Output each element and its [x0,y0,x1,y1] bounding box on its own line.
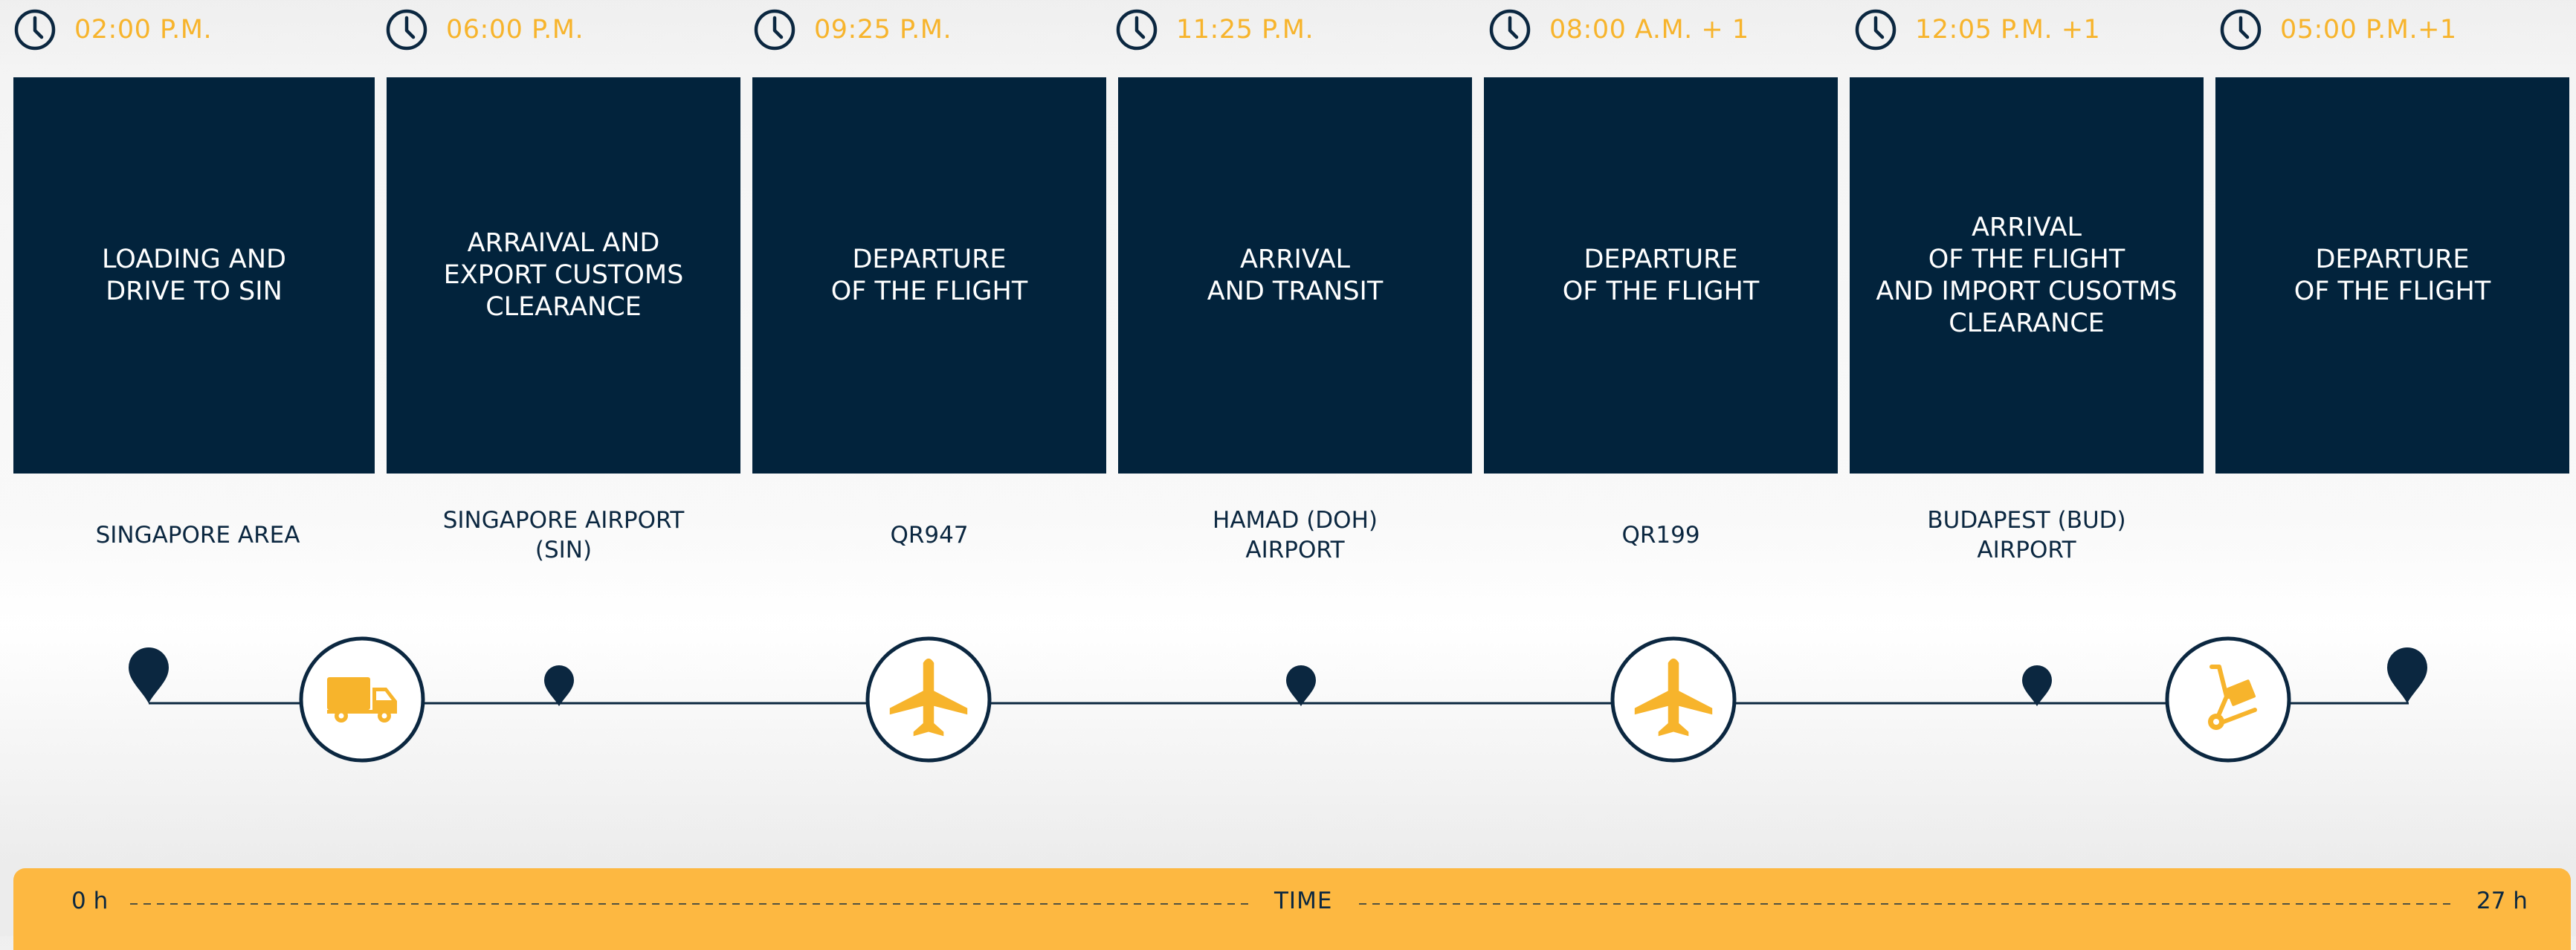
step-location [2215,498,2569,572]
clock-icon [386,9,427,51]
time-label: 12:05 P.M. +1 [1915,15,2101,45]
time-item: 08:00 A.M. + 1 [1488,0,1749,59]
step-location: SINGAPORE AIRPORT (SIN) [442,507,685,563]
map-pin-icon [544,665,574,706]
step-box: LOADING AND DRIVE TO SIN [13,77,375,474]
clock-icon [1489,9,1531,51]
step-location: QR199 [1621,522,1700,549]
step-location: BUDAPEST (BUD) AIRPORT [1927,507,2126,563]
step-location: QR947 [890,522,969,549]
icon-circle [2165,636,2291,763]
map-pin-icon [1286,665,1316,706]
time-label: 02:00 P.M. [74,15,213,45]
step-box: DEPARTURE OF THE FLIGHT [1484,77,1838,474]
time-item: 05:00 P.M.+1 [2219,0,2457,59]
step-box: DEPARTURE OF THE FLIGHT [2215,77,2569,474]
time-item: 12:05 P.M. +1 [1854,0,2100,59]
step-location: HAMAD (DOH) AIRPORT [1213,507,1378,563]
step-title: DEPARTURE OF THE FLIGHT [830,244,1028,306]
step-title: DEPARTURE OF THE FLIGHT [1562,244,1760,306]
time-item: 09:25 P.M. [753,0,952,59]
clock-icon [1855,9,1897,51]
time-item: 11:25 P.M. [1115,0,1314,59]
step-box: DEPARTURE OF THE FLIGHT [752,77,1106,474]
time-label: 06:00 P.M. [446,15,584,45]
time-end-label: 27 h [2476,888,2528,914]
time-item: 02:00 P.M. [13,0,212,59]
time-label: 08:00 A.M. + 1 [1549,15,1749,45]
time-row: 02:00 P.M. 06:00 P.M. 09:25 P.M. 11:25 P… [0,0,2576,59]
time-item: 06:00 P.M. [385,0,584,59]
map-pin-icon [129,647,169,703]
step-title: ARRIVAL OF THE FLIGHT AND IMPORT CUSOTMS… [1876,212,2178,338]
timeline [129,636,2427,763]
clock-icon [754,9,795,51]
clock-icon [14,9,56,51]
map-pin-icon [2387,647,2427,703]
time-label: 11:25 P.M. [1176,15,1314,45]
step-box: ARRIVAL OF THE FLIGHT AND IMPORT CUSOTMS… [1850,77,2204,474]
clock-icon [2220,9,2262,51]
clock-icon [1116,9,1158,51]
step-title: ARRAIVAL AND EXPORT CUSTOMS CLEARANCE [443,228,684,322]
time-axis-label: TIME [1274,888,1333,914]
map-pin-icon [2022,665,2052,706]
step-box: ARRAIVAL AND EXPORT CUSTOMS CLEARANCE [387,77,740,474]
step-location: SINGAPORE AREA [95,522,300,549]
time-label: 05:00 P.M.+1 [2280,15,2457,45]
step-title: LOADING AND DRIVE TO SIN [102,244,286,306]
time-start-label: 0 h [71,888,109,914]
step-title: ARRIVAL AND TRANSIT [1207,244,1384,306]
step-title: DEPARTURE OF THE FLIGHT [2293,244,2491,306]
time-label: 09:25 P.M. [814,15,952,45]
step-box: ARRIVAL AND TRANSIT [1118,77,1472,474]
